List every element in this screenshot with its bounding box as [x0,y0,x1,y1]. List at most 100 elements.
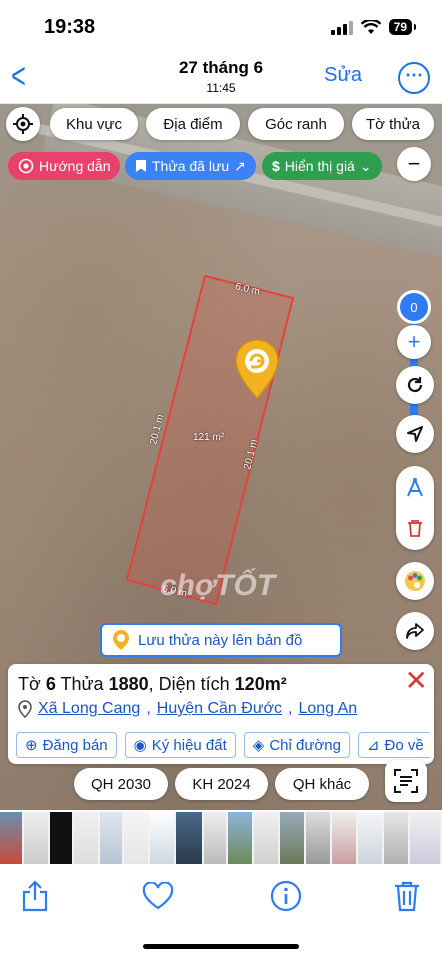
measure-button[interactable] [396,470,434,506]
trash-icon [408,520,422,537]
navigation-arrow-icon [407,426,423,442]
thumbnail[interactable] [124,812,148,864]
thumbnail[interactable] [254,812,278,864]
share-button[interactable] [396,612,434,650]
refresh-button[interactable] [396,366,434,404]
info-button[interactable] [266,876,306,916]
photo-thumbnail-strip[interactable] [0,812,442,864]
nav-title: 27 tháng 6 [178,58,264,77]
palette-icon [405,571,425,591]
thumbnail[interactable] [74,812,98,864]
parcel-actions: ⊕ Đăng bán ◉ Ký hiệu đất ◈ Chỉ đường ⊿ Đo về [16,732,430,758]
measure-distance-label: Đo về [384,736,424,754]
wifi-icon [360,19,381,34]
info-icon [270,880,302,912]
plan-other-button[interactable]: QH khác [275,768,369,800]
thumbnail[interactable] [358,812,382,864]
more-options-button[interactable]: ⋯ [398,62,430,94]
parcel-number: 1880 [108,674,149,694]
scan-text-icon [394,769,418,793]
land-symbol-button[interactable]: ◉ Ký hiệu đất [124,732,236,758]
delete-measure-button[interactable] [396,510,434,546]
zoom-in-button[interactable]: + [397,325,431,359]
status-bar: 19:38 79 [0,0,442,52]
location-pin-icon[interactable] [234,338,280,400]
nav-subtitle: 11:45 [206,81,236,95]
share-photo-button[interactable] [15,876,55,916]
delete-photo-button[interactable] [387,876,427,916]
show-price-tag[interactable]: $ Hiển thị giá ⌄ [262,152,382,180]
thumbnail[interactable] [332,812,356,864]
thumbnail[interactable] [228,812,252,864]
battery-icon: 79 [388,19,417,35]
commune-link[interactable]: Xã Long Cang [38,700,140,718]
map-pin-logo-icon [113,630,129,650]
thumbnail[interactable] [410,812,440,864]
ruler-icon: ⊿ [366,737,380,754]
chevron-down-icon: ⌄ [359,157,372,174]
measure-tool-group [396,466,434,550]
filter-place-button[interactable]: Địa điểm [146,108,240,140]
saved-parcels-tag[interactable]: Thửa đã lưu ↗ [125,152,256,180]
directions-button[interactable]: ◈ Chỉ đường [243,732,350,758]
thumbnail[interactable] [0,812,22,864]
close-info-button[interactable]: ✕ [405,664,428,697]
edit-button[interactable]: Sửa [324,64,362,87]
thumbnail[interactable] [280,812,304,864]
status-icons: 79 [330,19,417,35]
thumbnail[interactable] [150,812,174,864]
thumbnail[interactable] [50,812,72,864]
navigate-button[interactable] [396,415,434,453]
saved-parcels-tag-label: Thửa đã lưu [152,158,230,174]
plan-2030-button[interactable]: QH 2030 [74,768,168,800]
zoom-slider-knob[interactable]: 0 [397,290,431,324]
save-parcel-label: Lưu thửa này lên bản đồ [138,631,303,649]
palette-small-icon: ◉ [133,737,147,754]
share-arrow-icon [406,623,424,639]
home-indicator [143,944,299,949]
thumbnail[interactable] [204,812,226,864]
locate-me-button[interactable] [6,107,40,141]
thumbnail[interactable] [24,812,48,864]
directions-icon: ◈ [252,737,265,754]
filter-corner-button[interactable]: Góc ranh [248,108,344,140]
measure-compass-icon [407,478,423,497]
location-marker-icon [18,700,32,718]
watermark: chợTỐT [160,569,276,602]
thumbnail[interactable] [176,812,202,864]
show-price-tag-label: Hiển thị giá [284,158,355,174]
title-mid: Thửa [55,674,109,694]
status-time: 19:38 [44,16,96,38]
parcel-area-label: 121 m² [193,432,225,443]
post-sale-label: Đăng bán [42,736,108,754]
title-area-prefix: , Diện tích [148,674,235,694]
province-link[interactable]: Long An [298,700,357,718]
title-prefix: Tờ [18,674,46,694]
sheet-number: 6 [45,674,56,694]
post-sale-button[interactable]: ⊕ Đăng bán [16,732,117,758]
heart-icon [142,882,174,910]
dollar-icon: $ [272,158,280,174]
guide-tag-label: Hướng dẫn [39,158,111,174]
target-icon [18,158,34,174]
thumbnail[interactable] [384,812,408,864]
refresh-icon [407,377,423,393]
filter-area-button[interactable]: Khu vực [50,108,138,140]
parcel-address: Xã Long Cang, Huyện Cần Đước, Long An [18,700,357,718]
layer-color-button[interactable] [396,562,434,600]
filter-sheet-button[interactable]: Tờ thửa [352,108,434,140]
save-parcel-button[interactable]: Lưu thửa này lên bản đồ [100,623,342,657]
district-link[interactable]: Huyện Cần Đước [157,700,282,718]
plan-2024-button[interactable]: KH 2024 [175,768,268,800]
land-symbol-label: Ký hiệu đất [151,736,227,754]
scan-button[interactable] [385,760,427,802]
measure-distance-button[interactable]: ⊿ Đo về [357,732,430,758]
share-icon [22,880,48,912]
guide-tag[interactable]: Hướng dẫn [8,152,121,180]
zoom-out-button[interactable]: − [397,147,431,181]
favorite-button[interactable] [138,876,178,916]
thumbnail[interactable] [306,812,330,864]
parcel-area: 120m² [234,674,287,694]
parcel-info-panel: Tờ 6 Thửa 1880, Diện tích 120m² ✕ Xã Lon… [8,664,434,764]
thumbnail[interactable] [100,812,122,864]
